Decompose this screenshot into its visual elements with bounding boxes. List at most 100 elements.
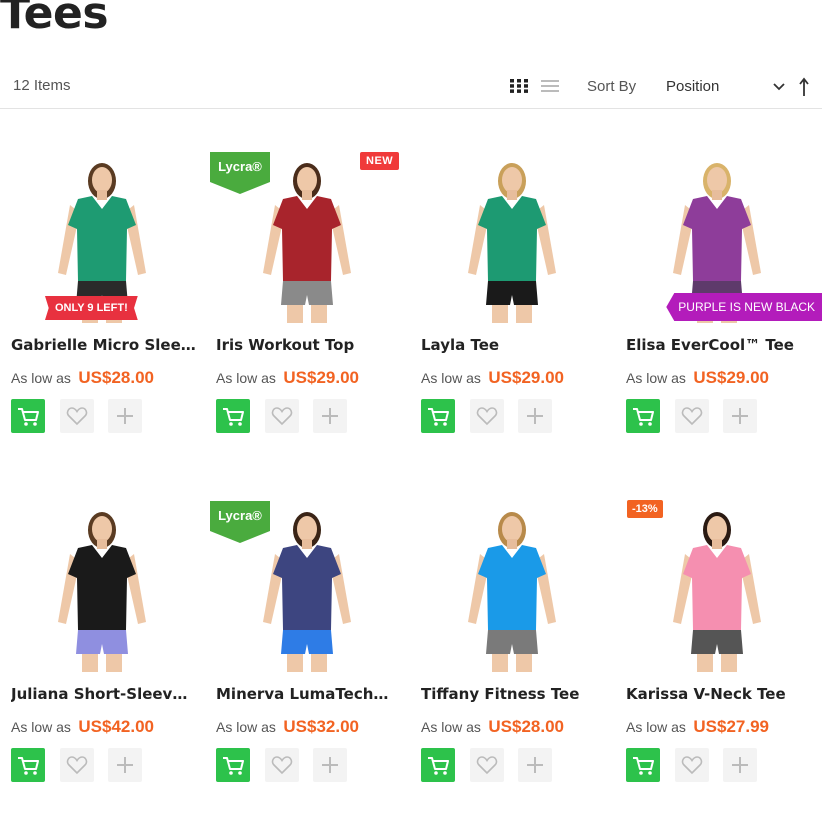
add-to-compare-button[interactable]: [313, 748, 347, 782]
add-to-cart-button[interactable]: [11, 399, 45, 433]
plus-icon: [732, 408, 748, 424]
product-item: Juliana Short-Sleeve Tee As low as US$42…: [0, 482, 205, 827]
product-price: US$28.00: [488, 717, 564, 736]
add-to-cart-button[interactable]: [11, 748, 45, 782]
product-price: US$42.00: [78, 717, 154, 736]
list-view-icon[interactable]: [541, 79, 559, 93]
products-toolbar: 12 Items Sort By Position: [0, 62, 822, 109]
price-box: As low as US$29.00: [216, 368, 359, 388]
plus-icon: [117, 757, 133, 773]
price-box: As low as US$29.00: [421, 368, 564, 388]
item-count: 12 Items: [13, 77, 71, 94]
product-price: US$29.00: [488, 368, 564, 387]
heart-icon: [681, 407, 703, 426]
heart-icon: [271, 756, 293, 775]
product-name-link[interactable]: Elisa EverCool™ Tee: [626, 336, 812, 354]
add-to-compare-button[interactable]: [108, 748, 142, 782]
add-to-compare-button[interactable]: [108, 399, 142, 433]
add-to-wishlist-button[interactable]: [470, 748, 504, 782]
add-to-cart-button[interactable]: [626, 748, 660, 782]
sort-direction-arrow-icon[interactable]: [797, 76, 811, 98]
product-name-link[interactable]: Minerva LumaTech™ V-...: [216, 685, 402, 703]
product-price: US$28.00: [78, 368, 154, 387]
product-item: Minerva LumaTech™ V-... As low as US$32.…: [205, 482, 410, 827]
price-prefix: As low as: [421, 719, 481, 735]
add-to-cart-button[interactable]: [421, 748, 455, 782]
price-prefix: As low as: [626, 370, 686, 386]
heart-icon: [476, 407, 498, 426]
promo-ribbon: PURPLE IS NEW BLACK: [666, 293, 822, 321]
add-to-cart-button[interactable]: [421, 399, 455, 433]
product-name-link[interactable]: Iris Workout Top: [216, 336, 402, 354]
product-name-link[interactable]: Layla Tee: [421, 336, 607, 354]
heart-icon: [66, 756, 88, 775]
grid-view-icon[interactable]: [510, 79, 528, 93]
cart-icon: [18, 757, 39, 775]
price-box: As low as US$28.00: [11, 368, 154, 388]
add-to-compare-button[interactable]: [518, 399, 552, 433]
stock-ribbon: ONLY 9 LEFT!: [45, 296, 138, 320]
price-prefix: As low as: [11, 370, 71, 386]
cart-icon: [428, 757, 449, 775]
add-to-compare-button[interactable]: [518, 748, 552, 782]
price-prefix: As low as: [626, 719, 686, 735]
lycra-badge: Lycra®: [210, 501, 270, 543]
product-item: Layla Tee As low as US$29.00: [410, 133, 615, 478]
product-image[interactable]: [410, 133, 615, 323]
add-to-compare-button[interactable]: [313, 399, 347, 433]
price-box: As low as US$42.00: [11, 717, 154, 737]
add-to-compare-button[interactable]: [723, 399, 757, 433]
add-to-wishlist-button[interactable]: [265, 748, 299, 782]
chevron-down-icon: [772, 79, 786, 93]
lycra-badge-label: Lycra®: [218, 508, 262, 523]
cart-icon: [633, 408, 654, 426]
product-item: Tiffany Fitness Tee As low as US$28.00: [410, 482, 615, 827]
heart-icon: [271, 407, 293, 426]
add-to-cart-button[interactable]: [216, 399, 250, 433]
price-box: As low as US$28.00: [421, 717, 564, 737]
product-name-link[interactable]: Karissa V-Neck Tee: [626, 685, 812, 703]
product-name-link[interactable]: Gabrielle Micro Sleeve T...: [11, 336, 197, 354]
add-to-cart-button[interactable]: [216, 748, 250, 782]
plus-icon: [322, 408, 338, 424]
product-image[interactable]: [410, 482, 615, 672]
price-prefix: As low as: [11, 719, 71, 735]
plus-icon: [527, 408, 543, 424]
product-name-link[interactable]: Juliana Short-Sleeve Tee: [11, 685, 197, 703]
product-item: Elisa EverCool™ Tee As low as US$29.00 P…: [615, 133, 822, 478]
product-image[interactable]: [0, 133, 205, 323]
add-to-wishlist-button[interactable]: [470, 399, 504, 433]
new-badge: NEW: [360, 152, 400, 170]
product-item: Gabrielle Micro Sleeve T... As low as US…: [0, 133, 205, 478]
lycra-badge: Lycra®: [210, 152, 270, 194]
product-price: US$27.99: [693, 717, 769, 736]
price-box: As low as US$27.99: [626, 717, 769, 737]
add-to-wishlist-button[interactable]: [675, 748, 709, 782]
add-to-wishlist-button[interactable]: [60, 399, 94, 433]
price-prefix: As low as: [216, 719, 276, 735]
product-name-link[interactable]: Tiffany Fitness Tee: [421, 685, 607, 703]
product-price: US$29.00: [283, 368, 359, 387]
lycra-badge-label: Lycra®: [218, 159, 262, 174]
page-title: Tees: [0, 0, 109, 39]
sort-select[interactable]: Position: [666, 76, 786, 98]
price-prefix: As low as: [216, 370, 276, 386]
sort-select-value: Position: [666, 78, 720, 95]
product-price: US$32.00: [283, 717, 359, 736]
heart-icon: [681, 756, 703, 775]
add-to-wishlist-button[interactable]: [675, 399, 709, 433]
price-box: As low as US$32.00: [216, 717, 359, 737]
product-image[interactable]: [0, 482, 205, 672]
cart-icon: [223, 408, 244, 426]
add-to-compare-button[interactable]: [723, 748, 757, 782]
sort-by-label: Sort By: [587, 78, 637, 95]
product-price: US$29.00: [693, 368, 769, 387]
add-to-wishlist-button[interactable]: [60, 748, 94, 782]
cart-icon: [18, 408, 39, 426]
product-item: Iris Workout Top As low as US$29.00 NEW L…: [205, 133, 410, 478]
add-to-cart-button[interactable]: [626, 399, 660, 433]
discount-badge: -13%: [627, 500, 663, 518]
cart-icon: [428, 408, 449, 426]
heart-icon: [476, 756, 498, 775]
add-to-wishlist-button[interactable]: [265, 399, 299, 433]
